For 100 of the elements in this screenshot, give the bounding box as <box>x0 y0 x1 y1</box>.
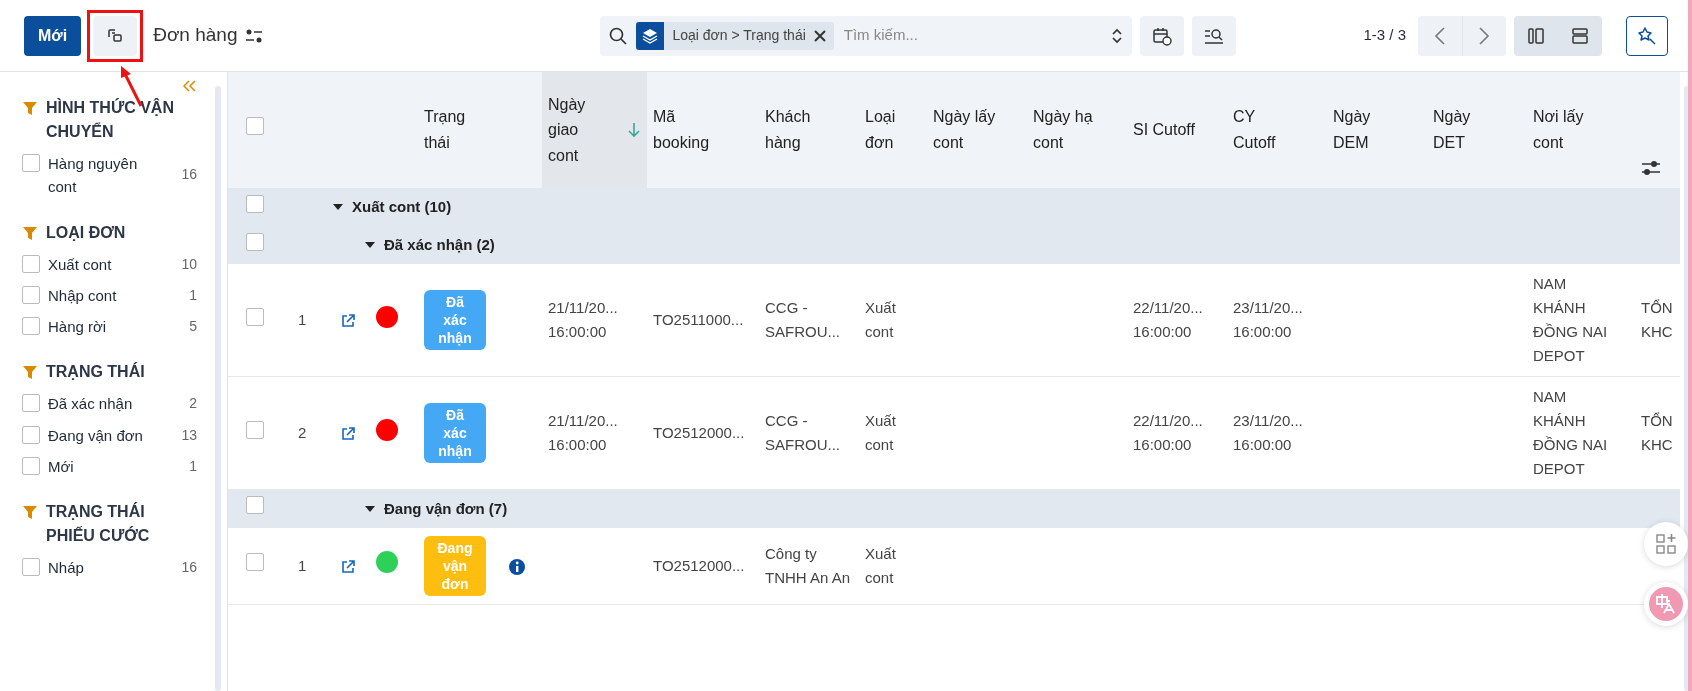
option-count: 13 <box>181 425 197 445</box>
option-count: 2 <box>189 394 197 414</box>
option-count: 1 <box>189 456 197 476</box>
sliders-icon <box>245 27 264 44</box>
checkbox[interactable] <box>246 420 264 439</box>
squares-icon <box>106 26 125 45</box>
annotation-frame <box>87 9 144 62</box>
filter-option[interactable]: Mới <box>48 454 156 478</box>
filter-icon <box>22 224 38 241</box>
squares-button[interactable] <box>93 15 138 56</box>
sort-arrow-down-icon[interactable] <box>627 122 641 138</box>
checkbox[interactable] <box>246 232 264 251</box>
checkbox[interactable] <box>22 254 40 273</box>
table-cell: Xuất cont <box>865 412 896 453</box>
checkbox[interactable] <box>246 307 264 326</box>
filter-option[interactable]: Nháp <box>48 556 156 580</box>
list-search-icon <box>1203 26 1226 45</box>
chevron-right-icon <box>1478 25 1491 46</box>
new-button[interactable]: Mới <box>24 15 82 56</box>
table-cell-text: NAM KHÁNH ĐỒNG NAI DEPOT <box>1533 274 1609 366</box>
table-cell: TỔN KHC <box>1641 412 1673 453</box>
checkbox[interactable] <box>22 285 40 304</box>
previous-button[interactable] <box>1418 15 1462 56</box>
group-label[interactable]: Xuất cont (10) <box>352 195 452 219</box>
pager-text: 1-3 / 3 <box>1363 25 1406 46</box>
translate-widget-button[interactable] <box>1644 582 1688 626</box>
facet-label: Loại đơn > Trạng thái <box>672 26 806 45</box>
row-number: 2 <box>298 424 307 441</box>
status-label: Đã xác nhận <box>424 289 486 351</box>
table-cell: TỔN KHC <box>1641 299 1673 340</box>
column-settings-icon[interactable] <box>1641 159 1661 178</box>
filter-icon <box>22 364 38 381</box>
option-count: 16 <box>181 165 197 184</box>
external-link-icon[interactable] <box>340 426 356 443</box>
filter-option[interactable]: Hàng rời <box>48 315 156 339</box>
row-number: 1 <box>298 311 307 328</box>
calendar-clock-icon <box>1152 25 1173 46</box>
filter-option[interactable]: Đã xác nhận <box>48 392 156 416</box>
row-number: 1 <box>298 556 307 574</box>
filter-group-title: TRẠNG THÁI <box>46 361 145 383</box>
info-icon[interactable] <box>508 557 526 576</box>
page-title: Đơn hàng <box>153 23 238 48</box>
filter-group-title: HÌNH THỨC VẬN CHUYỂN <box>46 97 175 142</box>
filter-option[interactable]: Đang vận đơn <box>48 423 156 447</box>
table-cell: 21/11/20... 16:00:00 <box>548 299 618 340</box>
table-cell: 22/11/20... 16:00:00 <box>1133 412 1203 453</box>
filter-option[interactable]: Nhập cont <box>48 283 156 307</box>
group-label[interactable]: Đang vận đơn (7) <box>384 496 508 521</box>
filter-search-button[interactable] <box>1192 15 1237 56</box>
checkbox[interactable] <box>22 154 40 172</box>
table-cell: CCG - SAFROU... <box>765 412 840 453</box>
star-pin-icon <box>1637 25 1657 46</box>
group-label[interactable]: Đã xác nhận (2) <box>384 233 495 257</box>
table-cell: TO2512000... <box>653 556 745 574</box>
checkbox[interactable] <box>22 456 40 475</box>
table-cell: Công ty TNHH An An <box>765 544 851 586</box>
checkbox[interactable] <box>22 558 40 576</box>
table-cell: 22/11/20... 16:00:00 <box>1133 299 1203 340</box>
external-link-icon[interactable] <box>340 313 356 330</box>
search-icon <box>608 25 629 46</box>
column-header[interactable]: SI Cutoff <box>1133 117 1195 143</box>
facet-chip[interactable]: Loại đơn > Trạng thái <box>636 21 834 50</box>
checkbox[interactable] <box>22 394 40 413</box>
filter-option[interactable]: Hàng nguyên cont <box>48 152 156 199</box>
table-cell: 23/11/20... 16:00:00 <box>1233 412 1303 453</box>
calendar-button[interactable] <box>1140 15 1185 56</box>
status-label: Đang vận đơn <box>424 535 486 597</box>
option-count: 5 <box>189 317 197 336</box>
option-count: 16 <box>181 558 197 577</box>
grid-sparkle-icon <box>1655 533 1677 555</box>
filter-group-title: TRẠNG THÁI PHIẾU CƯỚC <box>46 501 151 546</box>
table-cell: 23/11/20... 16:00:00 <box>1233 299 1303 340</box>
rows-view-button[interactable] <box>1558 15 1602 56</box>
filter-icon <box>22 100 38 116</box>
select-all-checkbox[interactable] <box>246 117 264 136</box>
checkbox[interactable] <box>246 553 264 572</box>
filter-group-title: LOẠI ĐƠN <box>46 222 126 243</box>
search-field[interactable]: Loại đơn > Trạng thái Tìm kiếm... <box>600 15 1133 56</box>
option-count: 10 <box>181 254 197 274</box>
option-count: 1 <box>189 285 197 305</box>
double-chevron-left-icon[interactable] <box>183 80 197 92</box>
checkbox[interactable] <box>22 317 40 335</box>
chevron-left-icon <box>1434 25 1446 46</box>
columns-icon <box>1527 26 1545 45</box>
checkbox[interactable] <box>246 496 264 515</box>
columns-view-button[interactable] <box>1514 15 1558 56</box>
filter-icon <box>22 504 38 520</box>
close-icon[interactable] <box>813 29 826 42</box>
translate-icon <box>1649 587 1683 621</box>
filter-option[interactable]: Xuất cont <box>48 252 156 276</box>
checkbox[interactable] <box>246 194 264 213</box>
apps-widget-button[interactable] <box>1644 522 1688 566</box>
table-cell-text: NAM KHÁNH ĐỒNG NAI DEPOT <box>1533 387 1609 479</box>
table-cell: TO2512000... <box>653 424 745 441</box>
external-link-icon[interactable] <box>340 558 356 575</box>
magic-button[interactable] <box>1626 15 1668 56</box>
table-cell: 21/11/20... 16:00:00 <box>548 412 618 453</box>
checkbox[interactable] <box>22 425 40 444</box>
next-button[interactable] <box>1462 15 1506 56</box>
chevron-updown-icon[interactable] <box>1110 26 1125 45</box>
